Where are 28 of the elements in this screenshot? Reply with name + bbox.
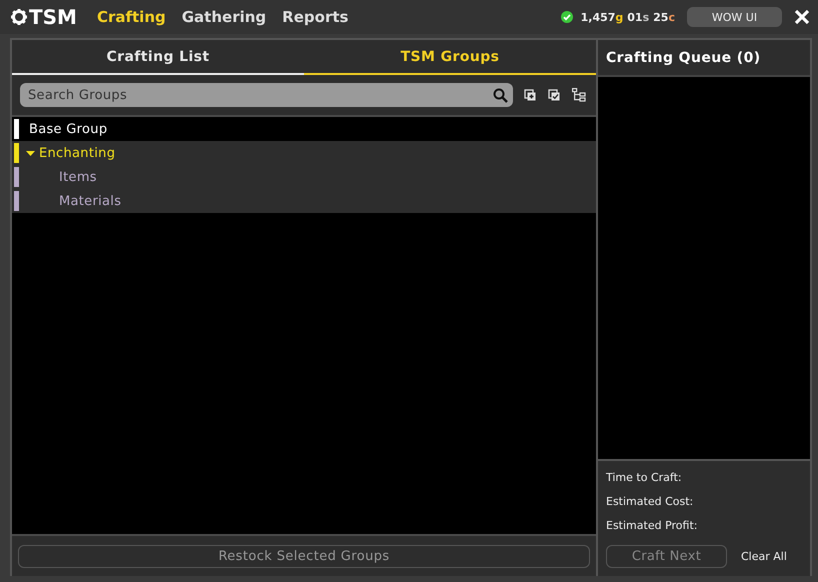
group-name: Materials (58, 194, 122, 208)
check-icon (560, 11, 573, 23)
stat-label: Time to Craft: (606, 471, 683, 486)
nav-tab[interactable]: Crafting (96, 8, 166, 26)
group-name: Base Group (29, 122, 108, 136)
stat-label: Estimated Cost: (606, 495, 694, 510)
panel-title: Crafting Queue (0) (606, 50, 761, 66)
group-name: Enchanting (39, 146, 116, 160)
group-row[interactable]: Items (12, 165, 596, 189)
stat-label: Estimated Profit: (606, 519, 698, 534)
money-amount: 1,457g 01s 25c (580, 10, 675, 24)
add-group-icon[interactable] (524, 88, 537, 102)
close-icon[interactable] (794, 9, 810, 25)
group-row[interactable]: Enchanting (12, 141, 596, 165)
restock-button[interactable]: Restock Selected Groups (18, 544, 590, 568)
search-field[interactable]: Search Groups (20, 83, 513, 107)
search-icon[interactable] (493, 88, 508, 103)
gear-icon (10, 8, 28, 26)
wow-ui-button[interactable]: WOW UI (687, 7, 782, 27)
group-row[interactable]: Materials (12, 189, 596, 213)
nav-tab[interactable]: Gathering (182, 8, 266, 26)
select-all-icon[interactable] (548, 88, 561, 102)
tree-icon[interactable] (572, 88, 586, 102)
nav-tab[interactable]: Reports (282, 8, 348, 26)
group-name: Items (58, 170, 97, 184)
caret-icon[interactable] (26, 150, 35, 156)
app-logo: TSM (29, 5, 77, 29)
clear-all-button[interactable]: Clear All (737, 550, 791, 563)
